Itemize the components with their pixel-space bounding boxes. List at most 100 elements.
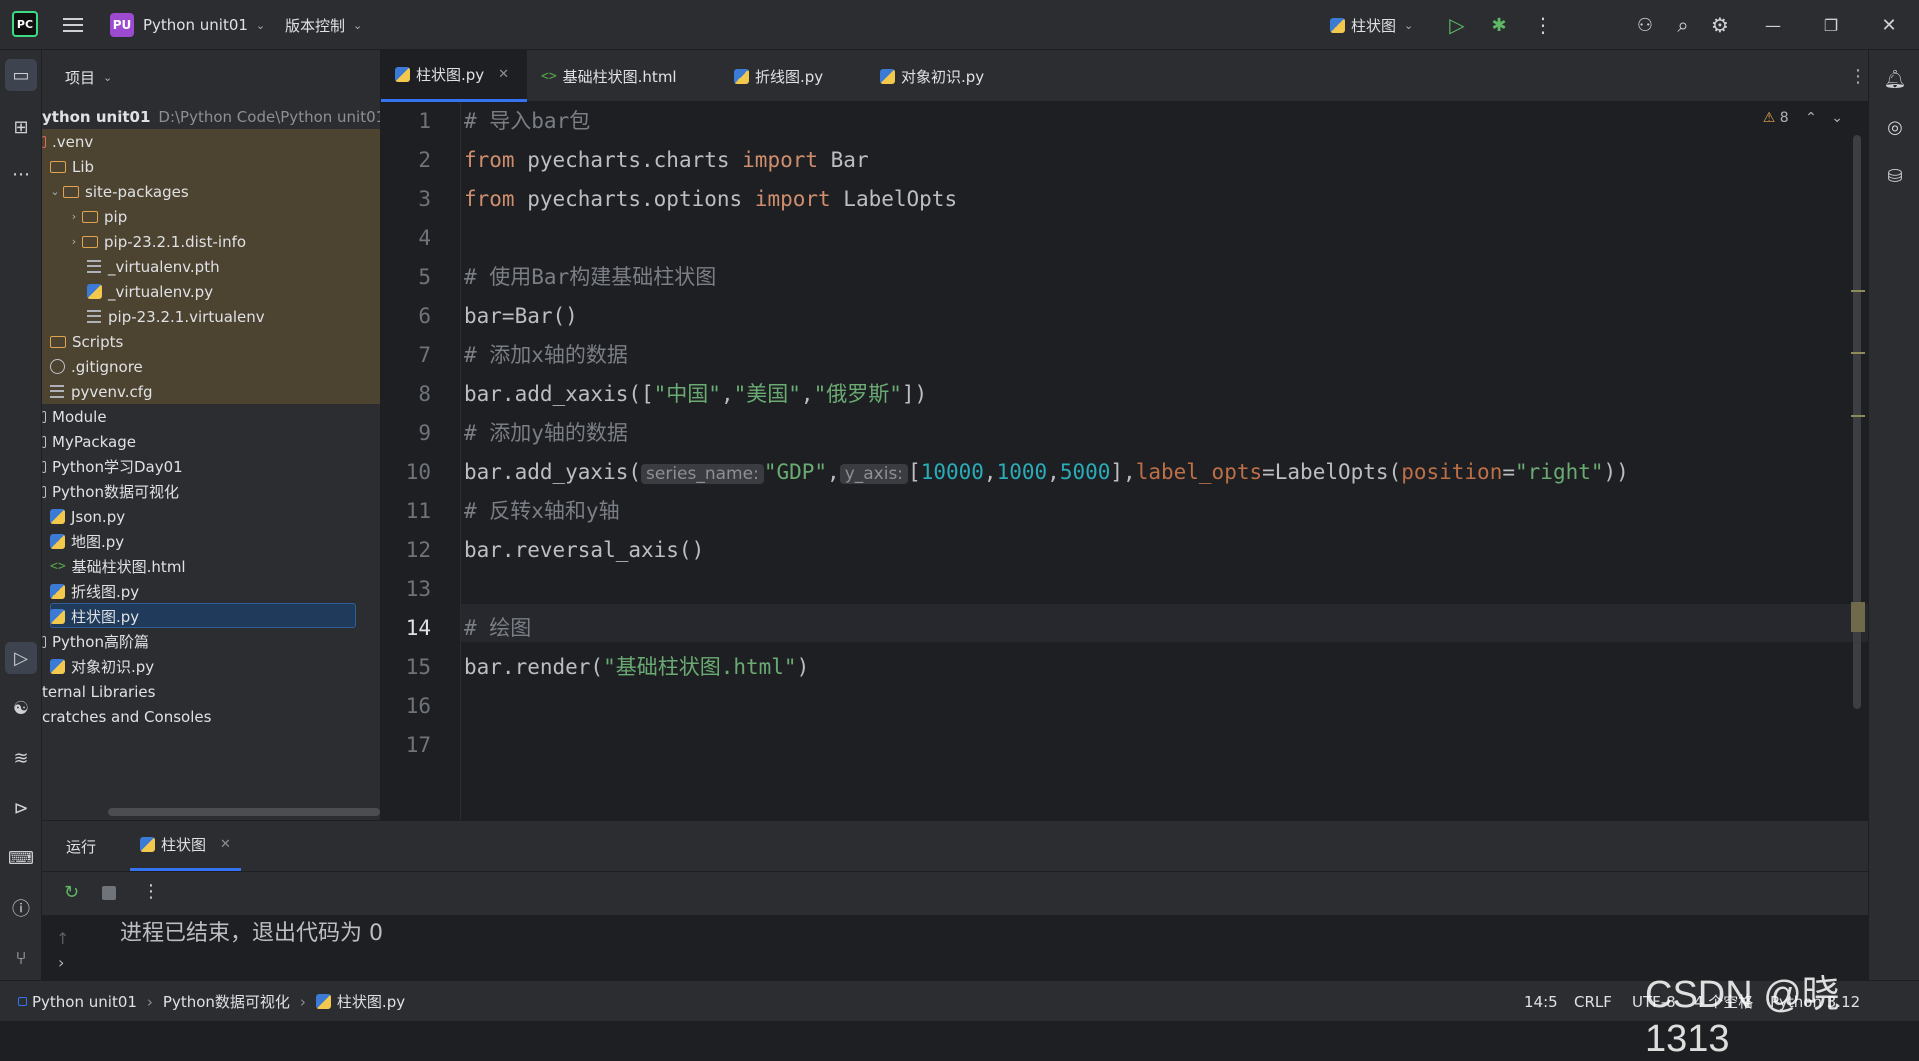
- tree-item-visualization[interactable]: Python数据可视化: [42, 479, 380, 504]
- tree-item-venv[interactable]: .venv: [42, 129, 380, 154]
- tabs-more-icon[interactable]: ⋮: [1835, 50, 1867, 102]
- tab-line-chart-py[interactable]: 折线图.py: [720, 50, 823, 102]
- tree-item-module[interactable]: Module: [42, 404, 380, 429]
- minimize-icon[interactable]: —: [1760, 12, 1786, 38]
- keyword: from: [464, 148, 515, 172]
- more-actions-icon[interactable]: ⋮: [1530, 12, 1556, 38]
- tree-item-mypackage[interactable]: MyPackage: [42, 429, 380, 454]
- project-selector[interactable]: PU Python unit01 ⌄: [110, 0, 265, 50]
- tree-item-lib[interactable]: Lib: [42, 154, 380, 179]
- scrollbar-warning-mark[interactable]: [1851, 352, 1865, 354]
- search-icon[interactable]: ⌕: [1670, 12, 1696, 38]
- settings-gear-icon[interactable]: ⚙: [1707, 12, 1733, 38]
- terminal-icon[interactable]: ⌨: [5, 842, 37, 874]
- scrollbar-warning-mark[interactable]: [1851, 290, 1865, 292]
- tree-item-bar-html[interactable]: <> 基础柱状图.html: [42, 554, 380, 579]
- tree-root[interactable]: ython unit01 D:\Python Code\Python unit0…: [42, 104, 380, 129]
- restore-icon[interactable]: ❐: [1818, 12, 1844, 38]
- python-console-icon[interactable]: ☯: [5, 692, 37, 724]
- editor-tabs: 柱状图.py ✕ <> 基础柱状图.html 折线图.py 对象初识.py ⋮: [381, 50, 1868, 102]
- tree-item-gitignore[interactable]: .gitignore: [42, 354, 380, 379]
- code-line-1: # 导入bar包: [464, 109, 591, 133]
- folder-icon: [42, 410, 46, 423]
- project-panel-header[interactable]: 项目 ⌄: [42, 50, 380, 104]
- scroll-up-icon[interactable]: ↑: [56, 929, 69, 948]
- run-icon[interactable]: ▷: [1444, 12, 1470, 38]
- code-line-3: from pyecharts.options import LabelOpts: [464, 180, 957, 218]
- tree-item-pyvenv-cfg[interactable]: pyvenv.cfg: [42, 379, 380, 404]
- more-tools-icon[interactable]: ⋯: [5, 158, 37, 190]
- close-icon[interactable]: ✕: [498, 67, 509, 82]
- tree-item-pip-dist-info[interactable]: › pip-23.2.1.dist-info: [42, 229, 380, 254]
- caret-position[interactable]: 14:5: [1524, 981, 1558, 1022]
- add-user-icon[interactable]: ⚇: [1632, 12, 1658, 38]
- breadcrumb-item[interactable]: Python数据可视化: [163, 991, 290, 1012]
- chevron-up-icon[interactable]: ⌃: [1805, 110, 1817, 126]
- chevron-right-icon[interactable]: ›: [66, 235, 82, 248]
- tree-item-day01[interactable]: Python学习Day01: [42, 454, 380, 479]
- tree-item-external-libraries[interactable]: ternal Libraries: [42, 679, 380, 704]
- problems-icon[interactable]: ⓘ: [5, 892, 37, 924]
- console-output[interactable]: ↑ › 进程已结束，退出代码为 0: [42, 915, 1868, 981]
- close-window-icon[interactable]: ✕: [1876, 12, 1902, 38]
- project-folder-icon[interactable]: ▭: [5, 59, 37, 91]
- tree-item-virtualenv-py[interactable]: _virtualenv.py: [42, 279, 380, 304]
- tab-bar-chart-html[interactable]: <> 基础柱状图.html: [527, 50, 677, 102]
- tree-item-site-packages[interactable]: ⌄ site-packages: [42, 179, 380, 204]
- breadcrumb-item[interactable]: 柱状图.py: [337, 991, 405, 1012]
- inspection-widget[interactable]: ⚠ 8 ⌃ ⌄: [1763, 110, 1843, 126]
- scrollbar-thumb[interactable]: [1851, 602, 1865, 632]
- chevron-down-icon[interactable]: ⌄: [47, 185, 63, 198]
- chevron-right-icon[interactable]: ›: [58, 953, 64, 972]
- tree-item-map-py[interactable]: 地图.py: [42, 529, 380, 554]
- tab-bar-chart-py[interactable]: 柱状图.py ✕: [381, 50, 527, 102]
- chevron-right-icon[interactable]: ›: [66, 210, 82, 223]
- run-config-selector[interactable]: 柱状图 ⌄: [1330, 0, 1413, 50]
- tree-item-pip[interactable]: › pip: [42, 204, 380, 229]
- scrollbar-warning-mark[interactable]: [1851, 415, 1865, 417]
- tree-item-scripts[interactable]: Scripts: [42, 329, 380, 354]
- run-config-label: 柱状图: [1351, 16, 1397, 35]
- tab-label: 基础柱状图.html: [562, 67, 677, 86]
- folder-icon: [42, 435, 46, 448]
- breadcrumb-item[interactable]: Python unit01: [32, 993, 137, 1011]
- line-separator[interactable]: CRLF: [1574, 981, 1612, 1022]
- main-menu-icon[interactable]: [63, 15, 83, 33]
- tree-item-scratches[interactable]: cratches and Consoles: [42, 704, 380, 729]
- horizontal-scrollbar[interactable]: [108, 808, 380, 816]
- close-icon[interactable]: ✕: [220, 837, 231, 852]
- run-config-tab[interactable]: 柱状图 ✕: [130, 821, 241, 871]
- layers-icon[interactable]: ≋: [5, 742, 37, 774]
- vcs-menu[interactable]: 版本控制 ⌄: [285, 0, 362, 50]
- tree-item-label: _virtualenv.pth: [108, 257, 220, 276]
- services-icon[interactable]: ⊳: [5, 792, 37, 824]
- tree-item-label: .venv: [52, 132, 94, 151]
- tree-item-line-py[interactable]: 折线图.py: [42, 579, 380, 604]
- tree-item-label: Json.py: [71, 507, 126, 526]
- tree-item-label: pip-23.2.1.virtualenv: [108, 307, 265, 326]
- tree-item-object-py[interactable]: 对象初识.py: [42, 654, 380, 679]
- structure-icon[interactable]: ⊞: [5, 111, 37, 143]
- ai-assistant-icon[interactable]: ◎: [1879, 111, 1911, 143]
- title-bar: PC PU Python unit01 ⌄ 版本控制 ⌄ 柱状图 ⌄ ▷ ✱ ⋮…: [0, 0, 1919, 50]
- tree-item-advanced[interactable]: Python高阶篇: [42, 629, 380, 654]
- notifications-bell-icon[interactable]: 🔔︎: [1879, 63, 1911, 95]
- debug-icon[interactable]: ✱: [1486, 12, 1512, 38]
- code-token: bar.add_yaxis(: [464, 460, 642, 484]
- tree-item-bar-py[interactable]: 柱状图.py: [42, 604, 380, 629]
- code-editor[interactable]: 1 2 3 4 5 6 7 8 9 10 11 12 13 14 15 16 1…: [381, 102, 1868, 820]
- run-tool-icon[interactable]: ▷: [5, 642, 37, 674]
- number-literal: 10000: [920, 460, 984, 484]
- more-actions-icon[interactable]: ⋮: [142, 881, 160, 902]
- tree-item-pip-virtualenv[interactable]: pip-23.2.1.virtualenv: [42, 304, 380, 329]
- tree-item-label: 柱状图.py: [71, 608, 140, 626]
- tree-item-virtualenv-pth[interactable]: _virtualenv.pth: [42, 254, 380, 279]
- rerun-icon[interactable]: ↻: [64, 882, 79, 903]
- tree-item-json-py[interactable]: Json.py: [42, 504, 380, 529]
- tab-object-py[interactable]: 对象初识.py: [866, 50, 984, 102]
- stop-icon[interactable]: [102, 886, 116, 900]
- chevron-down-icon[interactable]: ⌄: [1831, 110, 1843, 126]
- python-file-icon: [50, 584, 65, 599]
- git-icon[interactable]: ⑂: [5, 942, 37, 974]
- database-icon[interactable]: ⛁: [1879, 160, 1911, 192]
